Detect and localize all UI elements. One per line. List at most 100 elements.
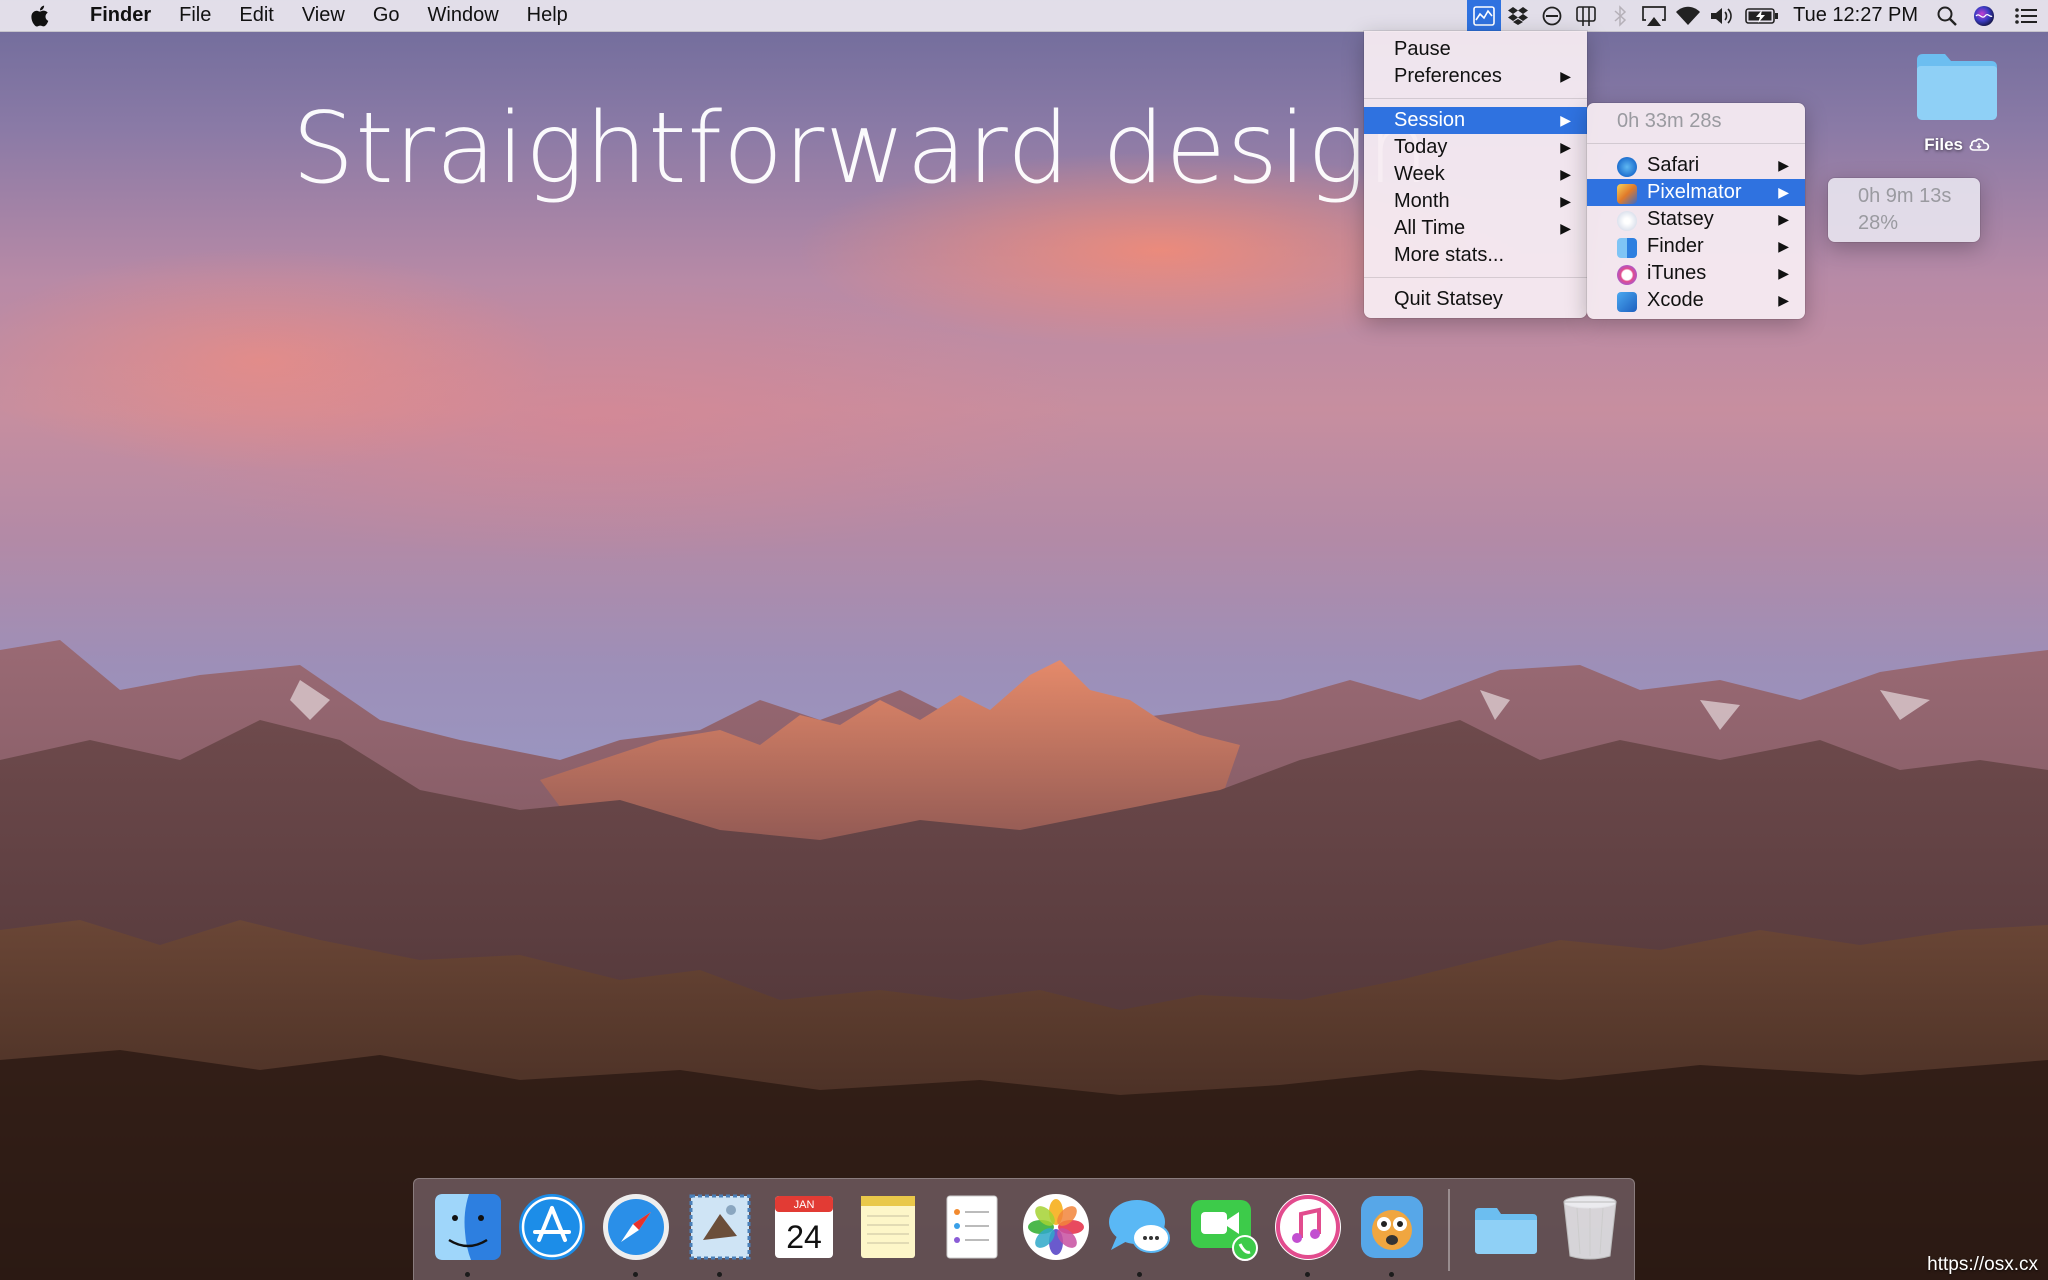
- menu-item-session[interactable]: Session ▶: [1364, 107, 1587, 134]
- facetime-icon: [1191, 1200, 1258, 1261]
- dock-app-facetime[interactable]: [1182, 1179, 1266, 1280]
- running-indicator: [1389, 1272, 1394, 1277]
- icloud-icon: [1969, 138, 1989, 151]
- trash-icon: [1563, 1195, 1617, 1260]
- session-app-safari[interactable]: Safari ▶: [1587, 152, 1805, 179]
- statsey-icon[interactable]: [1467, 0, 1502, 31]
- dock-app-photos[interactable]: [1014, 1179, 1098, 1280]
- menu-item-pause[interactable]: Pause: [1364, 36, 1587, 63]
- running-indicator: [717, 1272, 722, 1277]
- volume-icon[interactable]: [1705, 0, 1739, 31]
- menu-file[interactable]: File: [165, 0, 225, 31]
- photos-icon: [1023, 1194, 1089, 1260]
- menu-item-all-time[interactable]: All Time ▶: [1364, 215, 1587, 242]
- cpu-monitor-icon[interactable]: [1569, 0, 1603, 31]
- messages-icon: [1109, 1200, 1170, 1253]
- tweetbot-icon: [1361, 1196, 1423, 1258]
- submenu-arrow-icon: ▶: [1560, 112, 1571, 128]
- pixelmator-percent: 28%: [1828, 210, 1980, 237]
- submenu-arrow-icon: ▶: [1778, 265, 1789, 281]
- menu-item-label: All Time: [1394, 217, 1466, 239]
- dock-app-tweetbot[interactable]: [1350, 1179, 1434, 1280]
- pixelmator-icon: [1617, 184, 1637, 204]
- dock-app-calendar[interactable]: JAN 24: [762, 1179, 846, 1280]
- menubar-clock[interactable]: Tue 12:27 PM: [1785, 0, 1930, 31]
- dock-app-app-store[interactable]: [510, 1179, 594, 1280]
- menu-view[interactable]: View: [288, 0, 359, 31]
- dock-app-messages[interactable]: [1098, 1179, 1182, 1280]
- submenu-arrow-icon: ▶: [1560, 68, 1571, 84]
- submenu-arrow-icon: ▶: [1778, 157, 1789, 173]
- siri-icon[interactable]: [1964, 0, 2004, 31]
- menu-separator: [1364, 98, 1587, 99]
- wifi-icon[interactable]: [1671, 0, 1705, 31]
- dock-app-itunes[interactable]: [1266, 1179, 1350, 1280]
- dock-app-finder[interactable]: [426, 1179, 510, 1280]
- menu-item-month[interactable]: Month ▶: [1364, 188, 1587, 215]
- dock-stack-files[interactable]: [1464, 1179, 1548, 1280]
- session-total-time: 0h 33m 28s: [1587, 108, 1805, 135]
- desktop-folder-label: Files: [1912, 135, 2002, 155]
- menu-item-preferences[interactable]: Preferences ▶: [1364, 63, 1587, 90]
- menu-window[interactable]: Window: [414, 0, 513, 31]
- menu-edit[interactable]: Edit: [225, 0, 287, 31]
- do-not-disturb-icon[interactable]: [1535, 0, 1569, 31]
- dock-app-notes[interactable]: [846, 1179, 930, 1280]
- menu-item-label: Month: [1394, 190, 1450, 212]
- mail-icon: [689, 1194, 751, 1260]
- dock-app-mail[interactable]: [678, 1179, 762, 1280]
- submenu-arrow-icon: ▶: [1560, 166, 1571, 182]
- session-app-finder[interactable]: Finder ▶: [1587, 233, 1805, 260]
- notification-center-icon[interactable]: [2004, 0, 2048, 31]
- spotlight-icon[interactable]: [1930, 0, 1964, 31]
- pixelmator-time-label: 0h 9m 13s: [1858, 185, 1952, 207]
- submenu-arrow-icon: ▶: [1560, 193, 1571, 209]
- dock-app-safari[interactable]: [594, 1179, 678, 1280]
- menu-item-quit[interactable]: Quit Statsey: [1364, 286, 1587, 313]
- submenu-arrow-icon: ▶: [1560, 220, 1571, 236]
- bluetooth-icon[interactable]: [1603, 0, 1637, 31]
- menu-finder[interactable]: Finder: [76, 0, 165, 31]
- menu-item-label: Pause: [1394, 38, 1451, 60]
- apple-menu-icon[interactable]: [26, 4, 56, 28]
- menu-item-week[interactable]: Week ▶: [1364, 161, 1587, 188]
- app-name: Pixelmator: [1647, 181, 1742, 203]
- session-app-pixelmator[interactable]: Pixelmator ▶: [1587, 179, 1805, 206]
- folder-icon: [1917, 54, 1997, 120]
- submenu-arrow-icon: ▶: [1778, 238, 1789, 254]
- app-name: Finder: [1647, 235, 1704, 257]
- menu-separator: [1364, 277, 1587, 278]
- session-app-statsey[interactable]: Statsey ▶: [1587, 206, 1805, 233]
- app-name: Statsey: [1647, 208, 1714, 230]
- menu-item-today[interactable]: Today ▶: [1364, 134, 1587, 161]
- menu-go[interactable]: Go: [359, 0, 414, 31]
- session-app-itunes[interactable]: iTunes ▶: [1587, 260, 1805, 287]
- dropbox-icon[interactable]: [1501, 0, 1535, 31]
- dock-app-reminders[interactable]: [930, 1179, 1014, 1280]
- watermark-text: https://osx.cx: [1927, 1254, 2038, 1275]
- app-name: Safari: [1647, 154, 1700, 176]
- menu-item-more-stats[interactable]: More stats...: [1364, 242, 1587, 269]
- app-name: iTunes: [1647, 262, 1707, 284]
- battery-icon[interactable]: [1739, 0, 1785, 31]
- menu-item-label: Preferences: [1394, 65, 1502, 87]
- menu-help[interactable]: Help: [513, 0, 582, 31]
- airplay-icon[interactable]: [1637, 0, 1671, 31]
- app-name: Xcode: [1647, 289, 1704, 311]
- dock-trash[interactable]: [1548, 1179, 1632, 1280]
- menu-item-label: Today: [1394, 136, 1448, 158]
- headline-text: Straightforward design: [292, 92, 1431, 206]
- status-bar: Tue 12:27 PM: [1467, 0, 2048, 31]
- submenu-arrow-icon: ▶: [1778, 292, 1789, 308]
- statsey-icon: [1617, 211, 1637, 231]
- safari-icon: [603, 1194, 669, 1260]
- dock-divider: [1448, 1189, 1450, 1271]
- running-indicator: [1305, 1272, 1310, 1277]
- session-app-xcode[interactable]: Xcode ▶: [1587, 287, 1805, 314]
- submenu-arrow-icon: ▶: [1778, 211, 1789, 227]
- desktop-folder-files[interactable]: Files: [1912, 50, 2002, 155]
- dock: JAN 24: [413, 1178, 1635, 1280]
- menu-item-label: Session: [1394, 109, 1466, 131]
- finder-icon: [1617, 238, 1637, 258]
- statsey-menu: Pause Preferences ▶ Session ▶ Today ▶ Week ▶…: [1364, 31, 1587, 318]
